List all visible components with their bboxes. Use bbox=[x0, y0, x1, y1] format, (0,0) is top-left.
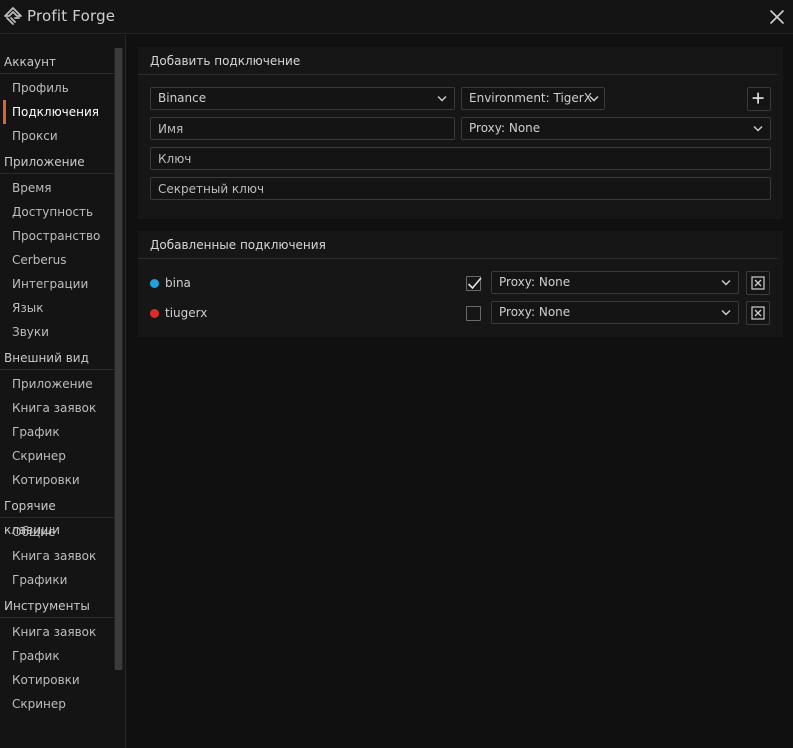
sidebar-item-profile[interactable]: Профиль bbox=[0, 76, 114, 100]
sidebar-section-appearance: Внешний вид bbox=[0, 346, 114, 370]
chevron-down-icon bbox=[721, 310, 731, 316]
connection-name: tiugerx bbox=[165, 306, 208, 320]
sidebar-item-tools-chart[interactable]: График bbox=[0, 644, 114, 668]
close-icon[interactable] bbox=[766, 6, 788, 28]
sidebar-scrollbar[interactable] bbox=[114, 48, 123, 670]
api-key-input[interactable] bbox=[150, 147, 771, 170]
chevron-down-icon bbox=[753, 126, 763, 132]
sidebar-item-hotkeys-orderbook[interactable]: Книга заявок bbox=[0, 544, 114, 568]
environment-select-value: Environment: TigerX bbox=[469, 91, 592, 105]
sidebar-item-tools-screener[interactable]: Скринер bbox=[0, 692, 114, 716]
exchange-select[interactable]: Binance bbox=[150, 87, 455, 110]
add-connection-title: Добавить подключение bbox=[150, 54, 301, 68]
chevron-down-icon bbox=[589, 96, 599, 102]
delete-connection-button[interactable] bbox=[746, 271, 770, 295]
sidebar-item-proxies[interactable]: Прокси bbox=[0, 124, 114, 148]
checkmark-icon bbox=[467, 277, 482, 290]
connection-proxy-value: Proxy: None bbox=[499, 305, 571, 319]
title-bar: Profit Forge bbox=[0, 0, 793, 34]
connection-status-dot bbox=[150, 279, 159, 288]
settings-sidebar: Аккаунт Профиль Подключения Прокси Прило… bbox=[0, 35, 126, 748]
proxy-select[interactable]: Proxy: None bbox=[461, 117, 771, 140]
connection-proxy-select[interactable]: Proxy: None bbox=[491, 301, 739, 324]
sidebar-section-account: Аккаунт bbox=[0, 50, 114, 74]
environment-select[interactable]: Environment: TigerX bbox=[461, 87, 605, 110]
exchange-select-value: Binance bbox=[158, 91, 207, 105]
panel-divider bbox=[138, 74, 777, 75]
connection-name: bina bbox=[165, 276, 191, 290]
sidebar-item-appearance-screener[interactable]: Скринер bbox=[0, 444, 114, 468]
connection-enabled-checkbox[interactable] bbox=[466, 306, 481, 321]
added-connections-title: Добавленные подключения bbox=[150, 238, 326, 252]
sidebar-item-integrations[interactable]: Интеграции bbox=[0, 272, 114, 296]
sidebar-item-appearance-orderbook[interactable]: Книга заявок bbox=[0, 396, 114, 420]
sidebar-section-application: Приложение bbox=[0, 150, 114, 174]
secret-key-input[interactable] bbox=[150, 177, 771, 200]
sidebar-item-cerberus[interactable]: Cerberus bbox=[0, 248, 114, 272]
sidebar-item-connections[interactable]: Подключения bbox=[0, 100, 114, 124]
sidebar-item-workspace[interactable]: Пространство bbox=[0, 224, 114, 248]
sidebar-item-accessibility[interactable]: Доступность bbox=[0, 200, 114, 224]
profit-forge-logo-icon bbox=[4, 7, 22, 25]
add-connection-panel: Добавить подключение Binance Environment… bbox=[138, 47, 783, 219]
delete-connection-button[interactable] bbox=[746, 301, 770, 325]
connection-status-dot bbox=[150, 309, 159, 318]
delete-box-icon bbox=[751, 276, 765, 290]
proxy-select-value: Proxy: None bbox=[469, 121, 541, 135]
add-connection-button[interactable] bbox=[747, 87, 771, 111]
sidebar-item-appearance-application[interactable]: Приложение bbox=[0, 372, 114, 396]
sidebar-item-sounds[interactable]: Звуки bbox=[0, 320, 114, 344]
name-input[interactable] bbox=[150, 117, 455, 140]
delete-box-icon bbox=[751, 306, 765, 320]
sidebar-section-hotkeys: Горячие клавиши bbox=[0, 494, 114, 537]
added-connections-panel: Добавленные подключения bina Proxy: None… bbox=[138, 231, 783, 337]
sidebar-item-tools-quotes[interactable]: Котировки bbox=[0, 668, 114, 692]
sidebar-item-hotkeys-general[interactable]: Общие bbox=[0, 520, 114, 544]
sidebar-item-hotkeys-charts[interactable]: Графики bbox=[0, 568, 114, 592]
panel-divider bbox=[138, 258, 777, 259]
connection-proxy-select[interactable]: Proxy: None bbox=[491, 271, 739, 294]
chevron-down-icon bbox=[721, 280, 731, 286]
app-title: Profit Forge bbox=[27, 7, 116, 25]
sidebar-item-time[interactable]: Время bbox=[0, 176, 114, 200]
connection-enabled-checkbox[interactable] bbox=[466, 276, 482, 291]
sidebar-item-tools-orderbook[interactable]: Книга заявок bbox=[0, 620, 114, 644]
chevron-down-icon bbox=[437, 96, 447, 102]
sidebar-item-language[interactable]: Язык bbox=[0, 296, 114, 320]
sidebar-item-appearance-quotes[interactable]: Котировки bbox=[0, 468, 114, 492]
sidebar-item-appearance-chart[interactable]: График bbox=[0, 420, 114, 444]
sidebar-section-tools: Инструменты bbox=[0, 594, 114, 618]
plus-icon bbox=[752, 92, 764, 104]
sidebar-scrollbar-thumb[interactable] bbox=[115, 48, 122, 670]
connection-proxy-value: Proxy: None bbox=[499, 275, 571, 289]
